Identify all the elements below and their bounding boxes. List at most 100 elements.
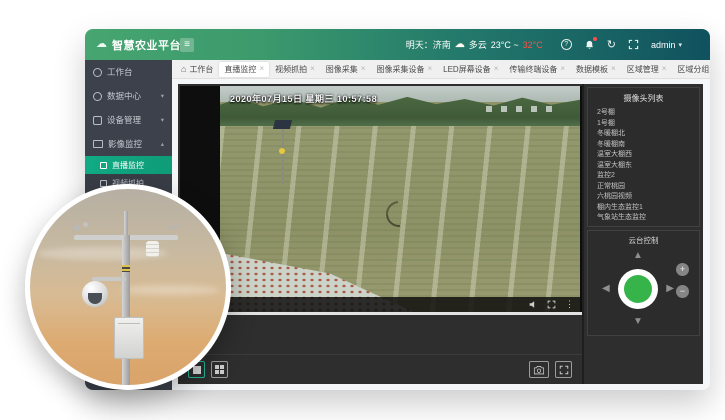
- close-icon[interactable]: ×: [560, 65, 565, 73]
- camera-icon: [533, 365, 545, 375]
- close-icon[interactable]: ×: [611, 65, 616, 73]
- sidebar-item-label: 影像监控: [108, 138, 142, 150]
- sidebar-toggle-button[interactable]: ≡: [180, 38, 194, 52]
- sidebar-item-data-center[interactable]: 数据中心 ▾: [85, 84, 172, 108]
- tab-label: LED屏幕设备: [443, 64, 491, 75]
- ptz-zoom-out-button[interactable]: −: [676, 285, 689, 298]
- field-buildings-art: [486, 106, 556, 112]
- camera-list-title: 摄像头列表: [588, 93, 699, 104]
- ptz-joystick: ▲ ▼ ◀ ▶: [600, 249, 676, 329]
- camera-list-item[interactable]: 正常桃园: [588, 182, 699, 193]
- close-icon[interactable]: ×: [259, 65, 264, 73]
- tab-transmission-device[interactable]: 传输终端设备 ×: [504, 62, 570, 77]
- station-pole-art: [122, 235, 130, 390]
- temp-high: 32°C: [523, 40, 543, 50]
- close-icon[interactable]: ×: [662, 65, 667, 73]
- refresh-icon[interactable]: ↻: [607, 38, 616, 51]
- main-content: 2020年07月15日 星期三 10:57:58 / 0:00 ⋮: [172, 79, 710, 390]
- video-player[interactable]: 2020年07月15日 星期三 10:57:58 / 0:00 ⋮: [180, 86, 582, 315]
- app-logo: ☁ 智慧农业平台: [96, 29, 181, 60]
- video-monitor-icon: [93, 140, 103, 148]
- ptz-right-button[interactable]: ▶: [666, 284, 674, 294]
- video-fullscreen-button[interactable]: [555, 361, 572, 378]
- camera-list-item[interactable]: 温室大棚东: [588, 161, 699, 172]
- video-timestamp: 2020年07月15日 星期三 10:57:58: [230, 92, 377, 105]
- close-icon[interactable]: ×: [427, 65, 432, 73]
- tab-label: 图像采集设备: [376, 64, 424, 75]
- video-player-column: 2020年07月15日 星期三 10:57:58 / 0:00 ⋮: [178, 84, 582, 384]
- ptz-down-button[interactable]: ▼: [633, 317, 643, 327]
- video-seekbar[interactable]: [180, 312, 582, 315]
- close-icon[interactable]: ×: [494, 65, 499, 73]
- snapshot-button[interactable]: [529, 361, 549, 378]
- chevron-down-icon: ▾: [161, 116, 164, 124]
- sidebar-item-device-manage[interactable]: 设备管理 ▾: [85, 108, 172, 132]
- weather-info: 明天：济南 ☁ 多云 23°C ~ 32°C: [406, 38, 543, 51]
- user-caret-icon: ▾: [678, 41, 682, 49]
- close-icon[interactable]: ×: [310, 65, 315, 73]
- camera-list-item[interactable]: 六桃园视频: [588, 192, 699, 203]
- video-frame: 2020年07月15日 星期三 10:57:58: [220, 86, 580, 315]
- volume-icon[interactable]: [529, 300, 538, 309]
- tab-label: 区域分组: [677, 64, 709, 75]
- header-right: 明天：济南 ☁ 多云 23°C ~ 32°C ? ↻ admin ▾: [406, 29, 682, 60]
- pip-icon[interactable]: [547, 300, 556, 309]
- close-icon[interactable]: ×: [361, 65, 366, 73]
- sidebar-item-label: 数据中心: [107, 90, 141, 102]
- right-panel: 摄像头列表 2号棚 1号棚 冬暖棚北 冬暖棚南 温室大棚西 温室大棚东 监控2 …: [582, 84, 703, 384]
- camera-list-item[interactable]: 气象站生态监控: [588, 213, 699, 224]
- tab-label: 传输终端设备: [509, 64, 557, 75]
- temp-low: 23°C ~: [491, 40, 519, 50]
- camera-list-item[interactable]: 冬暖棚南: [588, 140, 699, 151]
- camera-list-item[interactable]: 监控2: [588, 171, 699, 182]
- tab-video-capture[interactable]: 视频抓拍 ×: [270, 62, 320, 77]
- camera-list-item[interactable]: 1号棚: [588, 119, 699, 130]
- camera-list-item[interactable]: 冬暖棚北: [588, 129, 699, 140]
- station-mast-art: [124, 211, 128, 237]
- tab-label: 图像采集: [326, 64, 358, 75]
- tab-label: 工作台: [189, 64, 213, 75]
- workbench-icon: [93, 68, 102, 77]
- app-header: ☁ 智慧农业平台 ≡ 明天：济南 ☁ 多云 23°C ~ 32°C ? ↻ ad…: [85, 29, 710, 60]
- solar-pole-art: [282, 126, 284, 184]
- tab-live-monitor[interactable]: 直播监控 ×: [219, 62, 269, 77]
- weather-cloud-icon: ☁: [455, 39, 465, 50]
- more-options-icon[interactable]: ⋮: [565, 300, 574, 309]
- tab-image-capture[interactable]: 图像采集 ×: [321, 62, 371, 77]
- ptz-left-button[interactable]: ◀: [602, 284, 610, 294]
- tab-image-capture-device[interactable]: 图像采集设备 ×: [371, 62, 437, 77]
- notification-badge: [593, 37, 597, 41]
- weather-city: 明天：济南: [406, 38, 451, 51]
- notification-bell-icon[interactable]: [584, 39, 595, 51]
- anemometer-art: [83, 222, 88, 227]
- tab-region-manage[interactable]: 区域管理 ×: [622, 62, 672, 77]
- live-monitor-icon: [100, 162, 107, 169]
- sidebar-item-workbench[interactable]: 工作台: [85, 60, 172, 84]
- camera-list-item[interactable]: 温室大棚西: [588, 150, 699, 161]
- ptz-control-section: 云台控制 ▲ ▼ ◀ ▶ + −: [587, 230, 700, 336]
- camera-list-item[interactable]: 棚内生态监控1: [588, 203, 699, 214]
- monitor-panel: 2020年07月15日 星期三 10:57:58 / 0:00 ⋮: [178, 84, 703, 384]
- tab-led-screen-device[interactable]: LED屏幕设备 ×: [438, 62, 503, 77]
- solar-panel-art: [273, 120, 292, 129]
- help-icon[interactable]: ?: [561, 39, 572, 50]
- sidebar-subitem-live-monitor[interactable]: 直播监控: [85, 156, 172, 174]
- tab-workbench[interactable]: ⌂ 工作台: [176, 62, 218, 77]
- ptz-zoom-in-button[interactable]: +: [676, 263, 689, 276]
- fullscreen-icon[interactable]: [628, 39, 639, 50]
- user-menu[interactable]: admin ▾: [651, 40, 682, 50]
- equipment-box-seam-art: [118, 323, 140, 324]
- sidebar-item-video-monitor[interactable]: 影像监控 ▴: [85, 132, 172, 156]
- tab-data-template[interactable]: 数据模板 ×: [571, 62, 621, 77]
- solar-lamp-art: [279, 148, 285, 154]
- app-title: 智慧农业平台: [112, 37, 181, 53]
- ptz-center-button[interactable]: [618, 269, 658, 309]
- tab-region-group[interactable]: 区域分组 ×: [672, 62, 710, 77]
- video-controls-bar: / 0:00 ⋮: [180, 297, 582, 312]
- device-manage-icon: [93, 116, 102, 125]
- data-center-icon: [93, 92, 102, 101]
- quad-view-button[interactable]: [211, 361, 228, 378]
- ptz-up-button[interactable]: ▲: [633, 251, 643, 261]
- camera-list-item[interactable]: 2号棚: [588, 108, 699, 119]
- radiation-shield-art: [146, 241, 159, 257]
